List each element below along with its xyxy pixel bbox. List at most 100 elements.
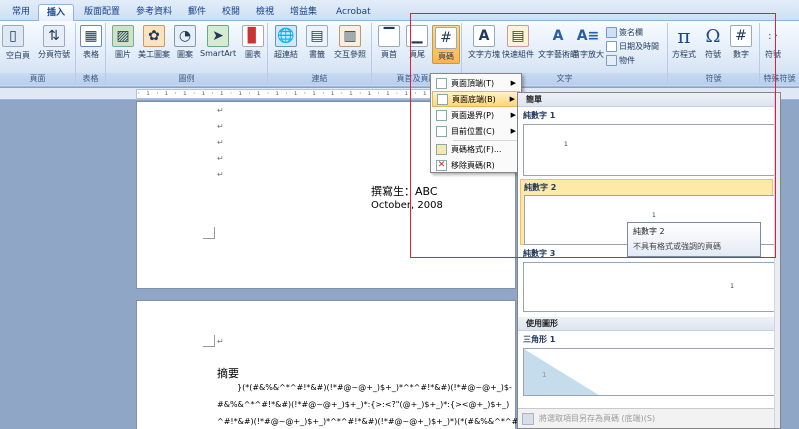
- smartart-button[interactable]: ➤ SmartArt: [200, 25, 236, 58]
- number-icon: #: [730, 25, 752, 47]
- datetime-button[interactable]: 日期及時間: [606, 41, 659, 52]
- ribbon: ▯ 空白頁 ⇅ 分頁符號 頁面 ▦ 表格 表格 ▨ 圖片 ✿ 美工圖案 ◔ 圖案: [0, 21, 799, 87]
- shapes-icon: ◔: [174, 25, 196, 47]
- tab-view[interactable]: 檢視: [248, 4, 282, 21]
- crossref-button[interactable]: ▥ 交互參照: [334, 25, 366, 60]
- paragraph-mark: ↵: [217, 154, 224, 163]
- triangle-shape-icon: 1: [524, 349, 599, 395]
- omega-icon: Ω: [705, 25, 721, 47]
- chart-button[interactable]: ▊ 圖表: [242, 25, 264, 60]
- tab-references[interactable]: 參考資料: [128, 4, 180, 21]
- tab-acrobat[interactable]: Acrobat: [328, 4, 379, 21]
- menu-item-bottom-of-page[interactable]: 頁面底端(B) ▶: [432, 91, 520, 107]
- illustrations-group-label: 圖例: [106, 73, 267, 85]
- number-button[interactable]: # 數字: [730, 25, 752, 60]
- cover-page-button[interactable]: ▯: [2, 25, 24, 49]
- save-selection-as-page-number[interactable]: 將選取項目另存為頁碼 (底端)(S): [518, 408, 775, 428]
- gallery-tooltip: 純數字 2 不具有格式或強調的頁碼: [627, 222, 761, 257]
- menu-item-top-of-page[interactable]: 頁面頂端(T) ▶: [432, 75, 520, 91]
- menu-item-remove-page-numbers[interactable]: ✕ 移除頁碼(R): [432, 157, 520, 173]
- submenu-arrow-icon: ▶: [509, 95, 515, 103]
- tooltip-title: 純數字 2: [633, 227, 665, 236]
- top-of-page-icon: [436, 77, 447, 89]
- margin-corner-mark: [203, 227, 215, 239]
- submenu-arrow-icon: ▶: [510, 79, 516, 87]
- calendar-icon: [606, 41, 617, 52]
- tab-addins[interactable]: 增益集: [282, 4, 325, 21]
- gallery-item-plain-number-1[interactable]: 純數字 1 1: [520, 108, 775, 178]
- page-number-gallery: 簡單 純數字 1 1 純數字 2 1 純數字 3 1 使用圖形 三角形 1 1 …: [517, 92, 781, 429]
- garbled-text-line: }(*(#&%&^*^#!*&#)(!*#@~@+_)$+_)*^*^#!*&#…: [237, 383, 512, 392]
- page-group: ▯ 空白頁 ⇅ 分頁符號 頁面: [0, 23, 76, 85]
- page-number-marker: 1: [730, 283, 734, 290]
- dropcap-button[interactable]: A≡ 首字放大: [572, 25, 604, 60]
- quickparts-icon: ▤: [507, 25, 529, 47]
- remove-icon: ✕: [436, 159, 447, 171]
- dropcap-icon: A≡: [576, 28, 600, 44]
- smartart-icon: ➤: [207, 25, 230, 47]
- hyperlink-button[interactable]: 🌐 超連結: [274, 25, 298, 60]
- menu-item-current-position[interactable]: 目前位置(C) ▶: [432, 123, 520, 139]
- hyperlink-icon: 🌐: [275, 25, 297, 47]
- submenu-arrow-icon: ▶: [510, 127, 516, 135]
- textbox-icon: A: [473, 25, 495, 47]
- quickparts-button[interactable]: ▤ 快速組件: [502, 25, 534, 60]
- symbol-button[interactable]: Ω 符號: [702, 25, 724, 60]
- page-margins-icon: [436, 109, 447, 121]
- header-icon: ▔: [378, 25, 400, 47]
- bottom-of-page-icon: [437, 93, 448, 105]
- paragraph-mark: ↵: [217, 106, 224, 115]
- shapes-button[interactable]: ◔ 圖案: [174, 25, 196, 60]
- page-number-marker: 1: [652, 212, 656, 219]
- bookmark-button[interactable]: ▤ 書籤: [306, 25, 328, 60]
- clipart-button[interactable]: ✿ 美工圖案: [138, 25, 170, 60]
- page-number-icon: #: [435, 27, 457, 49]
- svg-text:1: 1: [542, 371, 546, 379]
- page-group-label: 頁面: [0, 73, 75, 85]
- footer-button[interactable]: ▁ 頁尾: [406, 25, 428, 60]
- plain-number-1-thumbnail: 1: [523, 124, 775, 176]
- tab-review[interactable]: 校閱: [214, 4, 248, 21]
- page-number-button[interactable]: # 頁碼: [432, 25, 460, 64]
- gallery-scrollbar[interactable]: [774, 93, 780, 428]
- tab-page-layout[interactable]: 版面配置: [76, 4, 128, 21]
- pi-icon: π: [677, 24, 691, 48]
- footer-icon: ▁: [406, 25, 428, 47]
- special-symbol-button[interactable]: : · 符號: [762, 25, 784, 60]
- table-button[interactable]: ▦ 表格: [80, 25, 102, 60]
- paragraph-mark: ↵: [217, 122, 224, 131]
- tab-home[interactable]: 常用: [4, 4, 38, 21]
- table-group-label: 表格: [76, 73, 105, 85]
- page-break-button[interactable]: ⇅ 分頁符號: [38, 25, 70, 60]
- paragraph-mark: ↵: [217, 170, 224, 179]
- triangle-1-thumbnail: 1: [523, 348, 775, 396]
- ribbon-tab-bar: 常用 插入 版面配置 參考資料 郵件 校閱 檢視 增益集 Acrobat: [0, 0, 799, 21]
- table-icon: ▦: [80, 25, 102, 47]
- special-symbols-group: : · 符號 特殊符號: [760, 23, 799, 85]
- signature-line-button[interactable]: 簽名欄: [606, 27, 643, 38]
- textbox-button[interactable]: A 文字方塊: [468, 25, 500, 60]
- gallery-item-triangle-1[interactable]: 三角形 1 1: [520, 332, 775, 408]
- object-button[interactable]: 物件: [606, 55, 635, 66]
- tab-insert[interactable]: 插入: [38, 4, 75, 21]
- links-group-label: 連結: [268, 73, 371, 85]
- header-button[interactable]: ▔ 頁首: [378, 25, 400, 60]
- plain-number-3-thumbnail: 1: [523, 262, 775, 312]
- gallery-section-shapes: 使用圖形: [518, 317, 775, 331]
- save-gallery-icon: [522, 412, 534, 425]
- margin-corner-mark: [203, 335, 215, 347]
- clipart-icon: ✿: [143, 25, 165, 47]
- equation-button[interactable]: π 方程式: [672, 24, 696, 60]
- dots-icon: : ·: [768, 30, 778, 42]
- illustrations-group: ▨ 圖片 ✿ 美工圖案 ◔ 圖案 ➤ SmartArt ▊ 圖表 圖例: [106, 23, 268, 85]
- menu-item-page-margins[interactable]: 頁面邊界(P) ▶: [432, 107, 520, 123]
- crossref-icon: ▥: [339, 25, 361, 47]
- blank-page-button[interactable]: 空白頁: [6, 50, 30, 61]
- menu-item-format-page-numbers[interactable]: 頁碼格式(F)...: [432, 141, 520, 157]
- paragraph-mark: ↵: [217, 337, 224, 346]
- picture-button[interactable]: ▨ 圖片: [112, 25, 134, 60]
- links-group: 🌐 超連結 ▤ 書籤 ▥ 交互參照 連結: [268, 23, 372, 85]
- document-page-2[interactable]: ↵ 摘要 }(*(#&%&^*^#!*&#)(!*#@~@+_)$+_)*^*^…: [136, 300, 573, 429]
- tab-mailings[interactable]: 郵件: [180, 4, 214, 21]
- paragraph-mark: ↵: [217, 138, 224, 147]
